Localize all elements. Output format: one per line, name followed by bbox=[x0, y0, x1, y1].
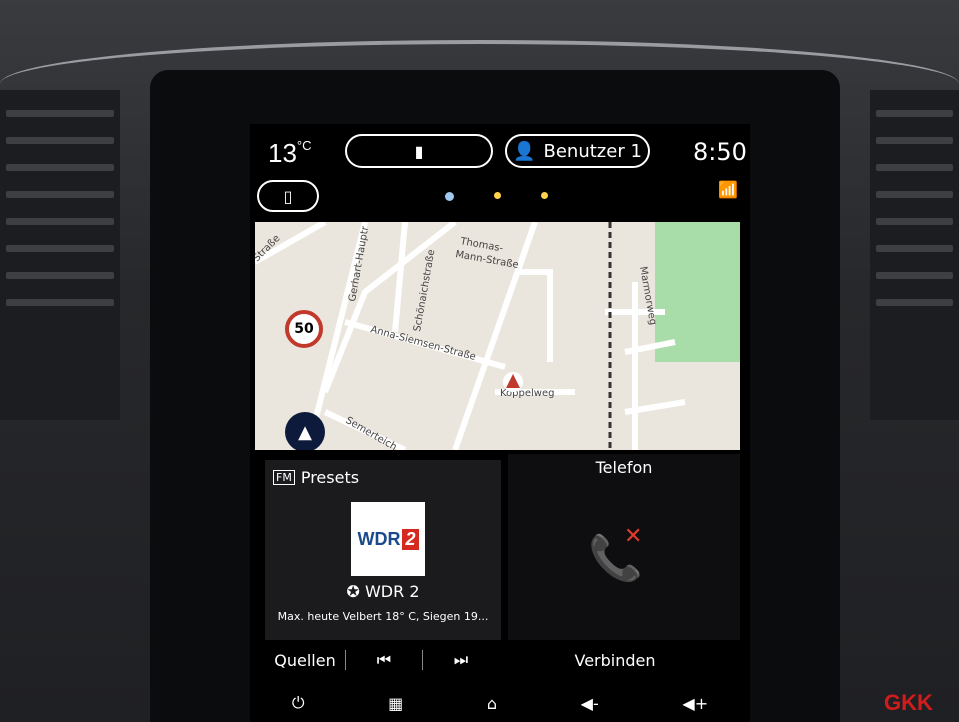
street-label: Semerteich bbox=[344, 415, 399, 450]
volume-up-button[interactable]: ◀+ bbox=[682, 694, 708, 713]
presets-label: Presets bbox=[300, 468, 360, 487]
power-button[interactable]: ⏻ bbox=[292, 693, 305, 713]
radio-widget[interactable]: FM Presets WDR 2 ✪ WDR 2 Max. heute Velbe… bbox=[265, 460, 501, 640]
notifications-button[interactable]: ▮ bbox=[345, 134, 493, 168]
page-dot-1[interactable] bbox=[445, 192, 454, 201]
station-name: ✪ WDR 2 bbox=[346, 582, 420, 601]
apps-grid-button[interactable]: ▦ bbox=[388, 694, 403, 713]
page-dot-2[interactable] bbox=[494, 192, 501, 199]
user-label: Benutzer 1 bbox=[543, 140, 642, 162]
volume-down-button[interactable]: ◀- bbox=[581, 694, 599, 713]
disconnected-icon: ✕ bbox=[624, 524, 643, 549]
media-controls: Quellen ⏮ ⏭ Verbinden bbox=[265, 644, 740, 676]
compass-button[interactable]: ▲ bbox=[285, 412, 325, 450]
home-button[interactable]: ⌂ bbox=[487, 694, 497, 713]
phone-title: Telefon bbox=[595, 458, 653, 477]
radio-header: FM Presets bbox=[273, 468, 359, 487]
speed-limit-sign: 50 bbox=[285, 310, 323, 348]
page-dot-3[interactable] bbox=[541, 192, 548, 199]
connect-phone-button[interactable]: Verbinden bbox=[499, 651, 731, 670]
clock: 8:50 bbox=[693, 138, 747, 166]
phone-icon: ▯ bbox=[283, 186, 293, 206]
air-vent-left bbox=[0, 90, 120, 420]
outside-temperature: 13°C bbox=[268, 138, 312, 168]
phone-widget[interactable]: Telefon 📞 ✕ bbox=[508, 454, 740, 640]
connected-car-icon: 📶 bbox=[718, 180, 738, 199]
street-label: Mann-Straße bbox=[454, 249, 519, 271]
user-icon: 👤 bbox=[513, 140, 536, 162]
air-vent-right bbox=[870, 90, 959, 420]
favorite-star-icon[interactable]: ✪ bbox=[346, 582, 359, 601]
infotainment-screen: 13°C ▮ 👤 Benutzer 1 8:50 ▯ 📶 Straße Gerh… bbox=[250, 124, 750, 722]
notification-icon: ▮ bbox=[414, 141, 424, 161]
phone-status-button[interactable]: ▯ bbox=[257, 180, 319, 212]
page-indicator[interactable] bbox=[445, 192, 548, 201]
radio-text: Max. heute Velbert 18° C, Siegen 19... bbox=[277, 610, 489, 623]
next-track-button[interactable]: ⏭ bbox=[423, 650, 499, 670]
previous-track-button[interactable]: ⏮ bbox=[346, 650, 422, 670]
fm-icon: FM bbox=[273, 470, 295, 485]
watermark: GKK bbox=[884, 690, 933, 715]
sources-button[interactable]: Quellen bbox=[265, 651, 345, 670]
station-logo[interactable]: WDR 2 bbox=[351, 502, 425, 576]
north-arrow-icon: ▲ bbox=[298, 421, 312, 443]
bottom-nav: ⏻ ▦ ⌂ ◀- ◀+ bbox=[250, 684, 750, 722]
navigation-map[interactable]: Straße Gerhart-Hauptr Thomas- Mann-Straß… bbox=[255, 222, 740, 450]
user-profile-button[interactable]: 👤 Benutzer 1 bbox=[505, 134, 650, 168]
street-label: Schönaichstraße bbox=[412, 249, 437, 333]
status-bar: 13°C ▮ 👤 Benutzer 1 8:50 ▯ 📶 bbox=[250, 124, 750, 220]
